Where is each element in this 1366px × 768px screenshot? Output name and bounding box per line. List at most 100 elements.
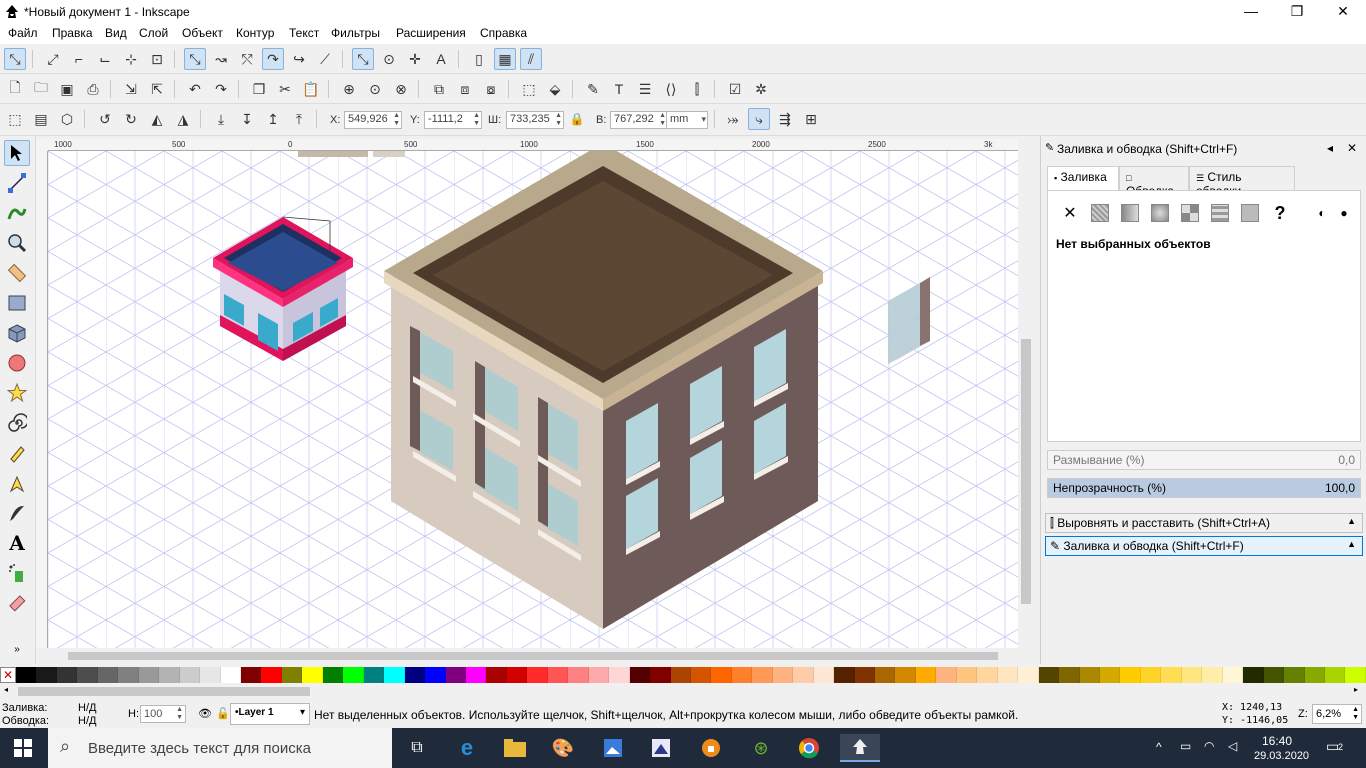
zoom-selection-icon[interactable]: ⊕: [338, 78, 360, 100]
text-tool-icon[interactable]: A: [4, 530, 30, 556]
opacity-h-field[interactable]: 100 ▲ ▼: [140, 705, 186, 723]
clone-icon[interactable]: ⧈: [454, 78, 476, 100]
snap-cusp-icon[interactable]: ↷: [262, 48, 284, 70]
ungroup-icon[interactable]: ⬙: [544, 78, 566, 100]
rectangle-tool-icon[interactable]: [4, 290, 30, 316]
menu-text[interactable]: Текст: [289, 26, 319, 40]
palette-swatch[interactable]: [547, 667, 569, 683]
no-color-swatch-icon[interactable]: ✕: [0, 667, 16, 683]
chrome-browser-icon[interactable]: [794, 734, 824, 762]
fill-indicator-value[interactable]: Н/Д: [78, 702, 96, 714]
battery-icon[interactable]: ▭: [1180, 739, 1191, 753]
clock-time[interactable]: 16:40: [1262, 734, 1292, 748]
windows-start-icon[interactable]: [8, 734, 38, 762]
save-icon[interactable]: ▣: [56, 78, 78, 100]
undo-icon[interactable]: ↶: [184, 78, 206, 100]
palette-swatch[interactable]: [425, 667, 446, 683]
palette-swatch[interactable]: [772, 667, 794, 683]
export-icon[interactable]: ⇱: [146, 78, 168, 100]
open-folder-icon[interactable]: 🗀: [30, 78, 52, 100]
copy-icon[interactable]: ❐: [248, 78, 270, 100]
radial-gradient-icon[interactable]: [1150, 203, 1170, 223]
palette-swatch[interactable]: [527, 667, 548, 683]
palette-swatch[interactable]: [854, 667, 876, 683]
security-app-icon[interactable]: [696, 734, 726, 762]
flat-color-icon[interactable]: [1090, 203, 1110, 223]
palette-swatch[interactable]: [281, 667, 303, 683]
palette-swatch[interactable]: [1161, 667, 1182, 683]
snap-center-icon[interactable]: ⊙: [378, 48, 400, 70]
raise-icon[interactable]: ↥: [262, 108, 284, 130]
palette-swatch[interactable]: [1038, 667, 1060, 683]
snap-nodes-icon[interactable]: ⤡: [184, 48, 206, 70]
clock-date[interactable]: 29.03.2020: [1254, 750, 1309, 762]
palette-swatch[interactable]: [1243, 667, 1264, 683]
vertical-scrollbar[interactable]: [1018, 139, 1034, 648]
palette-swatch[interactable]: [752, 667, 773, 683]
palette-swatch[interactable]: [384, 667, 405, 683]
palette-swatch[interactable]: [445, 667, 466, 683]
palette-swatch[interactable]: [1120, 667, 1141, 683]
move-patterns-icon[interactable]: ⊞: [800, 108, 822, 130]
palette-swatch[interactable]: [1304, 667, 1325, 683]
file-explorer-icon[interactable]: [500, 734, 530, 762]
spiral-tool-icon[interactable]: [4, 410, 30, 436]
palette-swatch[interactable]: [1079, 667, 1101, 683]
unlink-clone-icon[interactable]: ⧇: [480, 78, 502, 100]
fill-rule-evenodd-icon[interactable]: ◐: [1312, 203, 1332, 223]
tab-stroke[interactable]: □ Обводка: [1119, 166, 1189, 198]
lock-icon[interactable]: 🔒: [566, 108, 588, 130]
palette-swatch[interactable]: [118, 667, 139, 683]
ellipse-tool-icon[interactable]: [4, 350, 30, 376]
zoom-page-icon[interactable]: ⊗: [390, 78, 412, 100]
snap-bbox-icon[interactable]: ⤢: [42, 48, 64, 70]
stroke-indicator-value[interactable]: Н/Д: [78, 715, 96, 727]
drawing-canvas[interactable]: [48, 151, 1018, 648]
tab-fill[interactable]: ▪ Заливка: [1047, 166, 1119, 190]
palette-swatch[interactable]: [670, 667, 691, 683]
menu-object[interactable]: Объект: [182, 26, 223, 40]
palette-swatch[interactable]: [240, 667, 262, 683]
snap-intersection-icon[interactable]: ⤲: [236, 48, 258, 70]
palette-swatch[interactable]: [1263, 667, 1285, 683]
color-palette[interactable]: ✕: [0, 667, 1366, 683]
palette-swatch[interactable]: [977, 667, 998, 683]
menu-help[interactable]: Справка: [480, 26, 527, 40]
palette-swatch[interactable]: [1325, 667, 1346, 683]
3d-box-tool-icon[interactable]: [4, 320, 30, 346]
palette-swatch[interactable]: [506, 667, 528, 683]
taskbar-search-box[interactable]: ⌕ Введите здесь текст для поиска: [48, 728, 392, 768]
palette-swatch[interactable]: [97, 667, 119, 683]
palette-swatch[interactable]: [322, 667, 344, 683]
select-all-icon[interactable]: ⬚: [4, 108, 26, 130]
wifi-icon[interactable]: ◠: [1204, 739, 1214, 753]
layer-visibility-icon[interactable]: 👁: [198, 707, 212, 720]
palette-swatch[interactable]: [220, 667, 241, 683]
x-field[interactable]: 549,926 ▲ ▼: [344, 111, 402, 129]
palette-swatch[interactable]: [404, 667, 426, 683]
palette-swatch[interactable]: [1345, 667, 1366, 683]
minimize-button[interactable]: —: [1228, 0, 1274, 24]
tweak-tool-icon[interactable]: [4, 200, 30, 226]
palette-swatch[interactable]: [179, 667, 201, 683]
blur-slider[interactable]: Размывание (%) 0,0: [1047, 450, 1361, 470]
palette-swatch[interactable]: [261, 667, 282, 683]
snap-midpoint-icon[interactable]: ⟋: [314, 48, 336, 70]
palette-swatch[interactable]: [16, 667, 37, 683]
xml-editor-icon[interactable]: ⟨⟩: [660, 78, 682, 100]
opacity-slider[interactable]: Непрозрачность (%) 100,0: [1047, 478, 1361, 498]
palette-swatch[interactable]: [1018, 667, 1039, 683]
pencil-tool-icon[interactable]: [4, 440, 30, 466]
snap-grid-icon[interactable]: ▦: [494, 48, 516, 70]
menu-layer[interactable]: Слой: [139, 26, 168, 40]
inkscape-taskbar-icon[interactable]: [840, 734, 880, 762]
snap-bbox-center-icon[interactable]: ⊡: [146, 48, 168, 70]
fill-rule-nonzero-icon[interactable]: ●: [1334, 203, 1354, 223]
new-document-icon[interactable]: 🗋: [4, 78, 26, 100]
palette-swatch[interactable]: [465, 667, 487, 683]
pattern-icon[interactable]: [1210, 203, 1230, 223]
linear-gradient-icon[interactable]: [1120, 203, 1140, 223]
palette-swatch[interactable]: [834, 667, 855, 683]
layer-select[interactable]: •Layer 1 ▾: [230, 703, 310, 725]
pen-tool-icon[interactable]: [4, 470, 30, 496]
